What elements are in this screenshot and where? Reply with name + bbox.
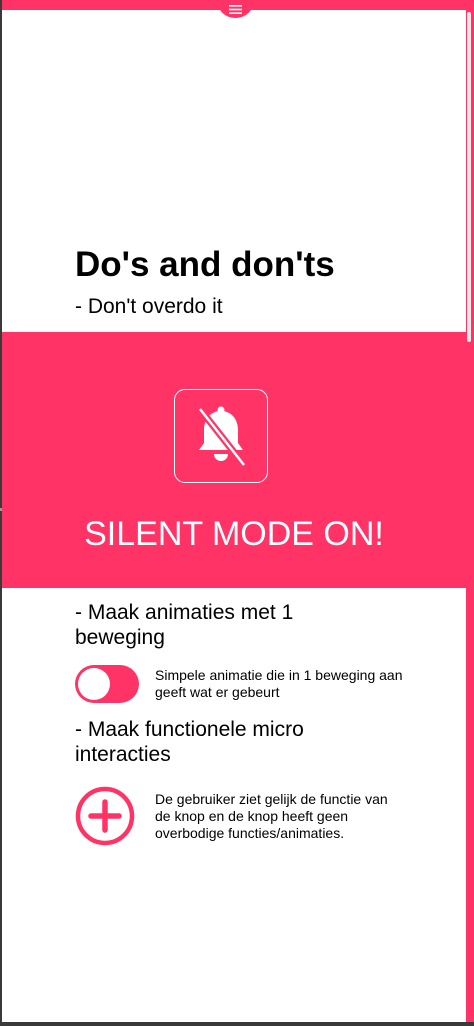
add-button[interactable] — [75, 786, 135, 846]
section-title: Do's and don'ts — [75, 245, 335, 284]
silent-mode-toggle-button[interactable] — [174, 389, 268, 483]
toggle-switch[interactable] — [75, 665, 139, 703]
scrollbar-thumb[interactable] — [467, 12, 471, 342]
hamburger-menu-icon — [229, 4, 242, 14]
menu-button[interactable] — [217, 0, 254, 18]
tip-heading-micro-interactions: - Maak functionele micro interacties — [75, 718, 304, 766]
tip-description-micro-interactions: De gebruiker ziet gelijk de functie van … — [155, 791, 388, 841]
bottom-frame-border — [0, 1022, 474, 1026]
silent-mode-label: SILENT MODE ON! — [84, 515, 384, 553]
silent-mode-banner: SILENT MODE ON! — [2, 332, 466, 588]
toggle-knob — [78, 668, 110, 700]
section-subtitle: - Don't overdo it — [75, 295, 223, 318]
plus-circle-icon — [75, 786, 135, 846]
tip-description-animation: Simpele animatie die in 1 beweging aan g… — [155, 667, 403, 700]
tip-heading-animation: - Maak animaties met 1 beweging — [75, 601, 294, 649]
bell-off-icon — [197, 406, 247, 467]
